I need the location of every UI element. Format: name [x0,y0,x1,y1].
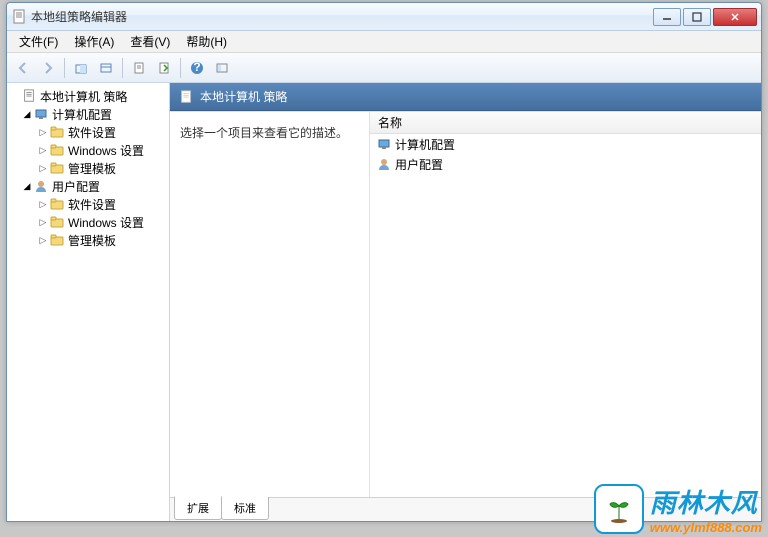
export-button[interactable] [152,56,176,80]
tree-label: 管理模板 [68,160,116,177]
expand-icon[interactable]: ▷ [37,199,49,210]
tree-computer-config[interactable]: ◢ 计算机配置 [9,105,167,123]
list-item-label: 用户配置 [395,156,443,173]
minimize-button[interactable] [653,8,681,26]
details-pane: 本地计算机 策略 选择一个项目来查看它的描述。 名称 计算机配置 [170,83,761,521]
watermark: 雨林木风 www.ylmf888.com [594,483,762,535]
tree-software-settings[interactable]: ▷ 软件设置 [9,123,167,141]
app-icon [11,9,27,25]
folder-icon [49,232,65,248]
expand-icon[interactable]: ▷ [37,127,49,138]
tree-label: 管理模板 [68,232,116,249]
description-pane: 选择一个项目来查看它的描述。 [170,112,370,497]
computer-icon [33,106,49,122]
folder-icon [49,196,65,212]
menu-file[interactable]: 文件(F) [11,31,66,52]
list-item[interactable]: 计算机配置 [370,134,761,154]
titlebar[interactable]: 本地组策略编辑器 [7,3,761,31]
tree-label: 计算机配置 [52,106,112,123]
content-area: 本地计算机 策略 ◢ 计算机配置 ▷ 软件设置 ▷ Windows 设置 ▷ 管… [7,83,761,521]
close-button[interactable] [713,8,757,26]
back-button[interactable] [11,56,35,80]
tab-extended[interactable]: 扩展 [174,496,222,520]
properties-button[interactable] [127,56,151,80]
computer-icon [376,136,392,152]
menu-help[interactable]: 帮助(H) [178,31,235,52]
tree-label: 软件设置 [68,124,116,141]
document-icon [21,88,37,104]
list-item-label: 计算机配置 [395,136,455,153]
folder-icon [49,124,65,140]
tree-root[interactable]: 本地计算机 策略 [9,87,167,105]
forward-button[interactable] [36,56,60,80]
document-icon [178,89,194,105]
tab-standard[interactable]: 标准 [221,497,269,520]
menu-action[interactable]: 操作(A) [66,31,122,52]
window-title: 本地组策略编辑器 [31,8,653,25]
description-text: 选择一个项目来查看它的描述。 [180,124,359,141]
menubar: 文件(F) 操作(A) 查看(V) 帮助(H) [7,31,761,53]
toolbar: ? [7,53,761,83]
watermark-logo-icon [594,484,644,534]
watermark-brand: 雨林木风 [650,483,762,520]
expand-icon[interactable]: ▷ [37,235,49,246]
folder-icon [49,214,65,230]
details-header: 本地计算机 策略 [170,83,761,111]
details-body: 选择一个项目来查看它的描述。 名称 计算机配置 用户配置 [170,111,761,497]
column-name: 名称 [378,114,402,131]
details-title: 本地计算机 策略 [200,88,287,105]
svg-text:?: ? [193,61,200,74]
tree-windows-settings[interactable]: ▷ Windows 设置 [9,213,167,231]
show-hide-tree-button[interactable] [94,56,118,80]
watermark-url: www.ylmf888.com [650,520,762,535]
tree-label: 用户配置 [52,178,100,195]
toolbar-separator [64,58,65,78]
tree-windows-settings[interactable]: ▷ Windows 设置 [9,141,167,159]
tree-pane[interactable]: 本地计算机 策略 ◢ 计算机配置 ▷ 软件设置 ▷ Windows 设置 ▷ 管… [7,83,170,521]
help-button[interactable]: ? [185,56,209,80]
tree-label: Windows 设置 [68,142,144,159]
watermark-text: 雨林木风 www.ylmf888.com [650,483,762,535]
tree-admin-templates[interactable]: ▷ 管理模板 [9,231,167,249]
expand-icon[interactable]: ▷ [37,163,49,174]
folder-icon [49,142,65,158]
tree-software-settings[interactable]: ▷ 软件设置 [9,195,167,213]
tree-admin-templates[interactable]: ▷ 管理模板 [9,159,167,177]
list-pane: 名称 计算机配置 用户配置 [370,112,761,497]
toolbar-separator [122,58,123,78]
collapse-icon[interactable]: ◢ [21,181,33,192]
user-icon [376,156,392,172]
tree-user-config[interactable]: ◢ 用户配置 [9,177,167,195]
menu-view[interactable]: 查看(V) [122,31,178,52]
tree-label: Windows 设置 [68,214,144,231]
collapse-icon[interactable]: ◢ [21,109,33,120]
column-header[interactable]: 名称 [370,112,761,134]
list-item[interactable]: 用户配置 [370,154,761,174]
maximize-button[interactable] [683,8,711,26]
tree-label: 本地计算机 策略 [40,88,127,105]
expand-icon[interactable]: ▷ [37,217,49,228]
tree-label: 软件设置 [68,196,116,213]
toolbar-extra-button[interactable] [210,56,234,80]
main-window: 本地组策略编辑器 文件(F) 操作(A) 查看(V) 帮助(H) ? 本地计算机 [6,2,762,522]
up-button[interactable] [69,56,93,80]
user-icon [33,178,49,194]
toolbar-separator [180,58,181,78]
expand-icon[interactable]: ▷ [37,145,49,156]
folder-icon [49,160,65,176]
